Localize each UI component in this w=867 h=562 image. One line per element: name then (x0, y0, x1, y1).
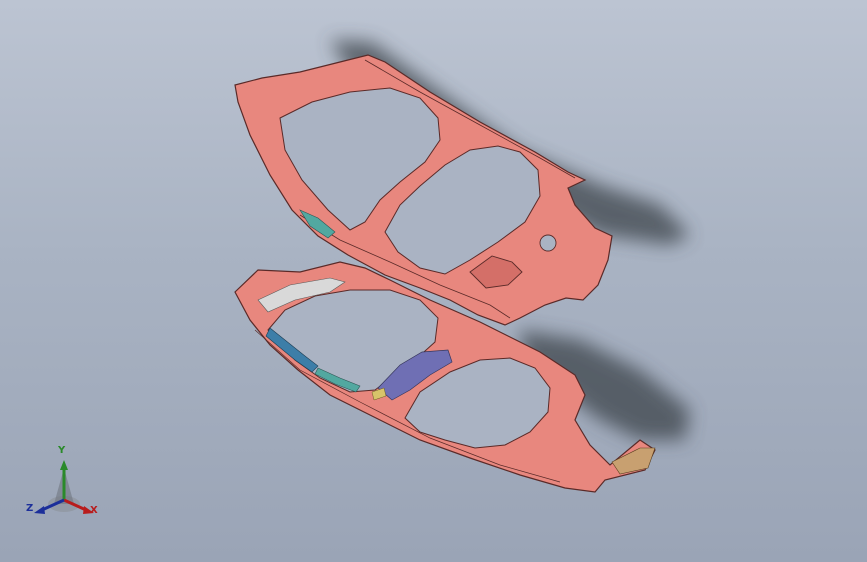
axis-triad: Y Z X (26, 446, 106, 526)
3d-viewport[interactable]: Y Z X (0, 0, 867, 562)
upper-round-hole (539, 234, 557, 252)
y-axis-label: Y (58, 445, 66, 456)
x-axis-label: X (90, 505, 98, 516)
lower-tan-tab (611, 447, 656, 475)
model-scene[interactable] (0, 0, 867, 562)
z-axis-label: Z (26, 503, 34, 514)
